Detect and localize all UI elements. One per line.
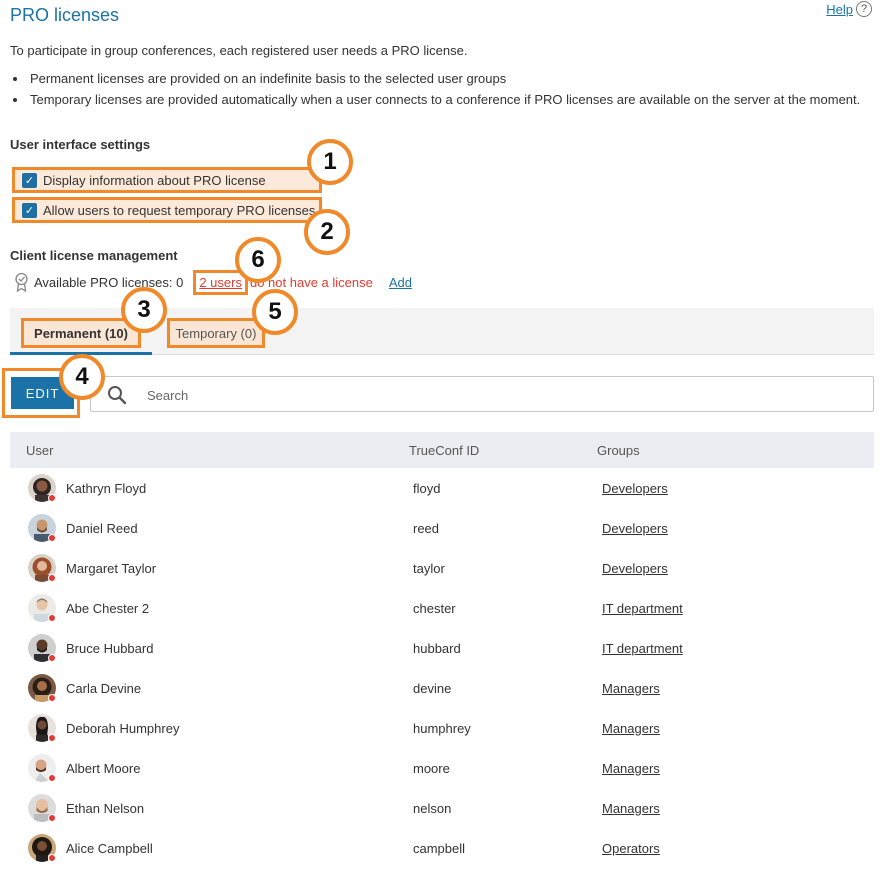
- status-dot: [48, 734, 56, 742]
- client-license-title: Client license management: [10, 248, 178, 263]
- display-license-info-option[interactable]: ✓ Display information about PRO license: [12, 167, 322, 193]
- display-license-info-label: Display information about PRO license: [43, 172, 266, 188]
- callout-4: 4: [59, 354, 105, 400]
- user-name: Abe Chester 2: [66, 601, 150, 616]
- callout-2: 2: [304, 209, 350, 255]
- column-header-trueconf-id[interactable]: TrueConf ID: [409, 443, 479, 458]
- column-header-groups[interactable]: Groups: [597, 443, 640, 458]
- user-name: Margaret Taylor: [66, 561, 157, 576]
- help-icon[interactable]: ?: [856, 1, 872, 17]
- status-dot: [48, 814, 56, 822]
- status-dot: [48, 534, 56, 542]
- group-link[interactable]: Developers: [602, 561, 668, 576]
- table-row[interactable]: Albert Moore moore Managers: [10, 748, 874, 788]
- allow-temp-license-option[interactable]: ✓ Allow users to request temporary PRO l…: [12, 197, 322, 223]
- group-link[interactable]: IT department: [602, 601, 683, 616]
- trueconf-id: campbell: [413, 841, 466, 856]
- status-dot: [48, 494, 56, 502]
- group-link[interactable]: Developers: [602, 481, 668, 496]
- page-title: PRO licenses: [10, 5, 120, 25]
- group-link[interactable]: Developers: [602, 521, 668, 536]
- callout-3: 3: [121, 287, 167, 333]
- trueconf-id: taylor: [413, 561, 445, 576]
- user-name: Bruce Hubbard: [66, 641, 154, 656]
- callout-5: 5: [252, 289, 298, 335]
- trueconf-id: chester: [413, 601, 456, 616]
- status-dot: [48, 654, 56, 662]
- column-header-user[interactable]: User: [26, 443, 53, 458]
- trueconf-id: moore: [413, 761, 450, 776]
- table-header: User TrueConf ID Groups: [10, 432, 874, 468]
- group-link[interactable]: Managers: [602, 681, 660, 696]
- group-link[interactable]: Managers: [602, 801, 660, 816]
- status-dot: [48, 574, 56, 582]
- info-list-item: Permanent licenses are provided on an in…: [12, 72, 860, 85]
- help-link[interactable]: Help: [826, 2, 853, 17]
- search-field[interactable]: [90, 376, 874, 412]
- search-icon: [108, 386, 127, 405]
- group-link[interactable]: Managers: [602, 761, 660, 776]
- callout-6: 6: [235, 237, 281, 283]
- user-name: Deborah Humphrey: [66, 721, 180, 736]
- checkbox-checked-icon[interactable]: ✓: [22, 202, 37, 218]
- callout-1: 1: [307, 139, 353, 185]
- add-license-link[interactable]: Add: [389, 275, 412, 290]
- allow-temp-license-label: Allow users to request temporary PRO lic…: [43, 202, 316, 218]
- group-link[interactable]: IT department: [602, 641, 683, 656]
- license-status-row: Available PRO licenses: 0 2 users do not…: [14, 269, 412, 295]
- help-link-wrap[interactable]: Help ?: [826, 1, 872, 17]
- ui-settings-title: User interface settings: [10, 137, 151, 152]
- table-row[interactable]: Kathryn Floyd floyd Developers: [10, 468, 874, 508]
- table-row[interactable]: Carla Devine devine Managers: [10, 668, 874, 708]
- table-row[interactable]: Abe Chester 2 chester IT department: [10, 588, 874, 628]
- user-name: Daniel Reed: [66, 521, 138, 536]
- tab-temporary[interactable]: Temporary (0): [167, 318, 265, 348]
- trueconf-id: humphrey: [413, 721, 471, 736]
- available-licenses-text: Available PRO licenses: 0: [34, 274, 184, 290]
- status-dot: [48, 694, 56, 702]
- user-name: Albert Moore: [66, 761, 141, 776]
- status-dot: [48, 614, 56, 622]
- trueconf-id: devine: [413, 681, 452, 696]
- status-dot: [48, 854, 56, 862]
- trueconf-id: floyd: [413, 481, 441, 496]
- checkbox-checked-icon[interactable]: ✓: [22, 172, 37, 188]
- trueconf-id: reed: [413, 521, 440, 536]
- table-row[interactable]: Bruce Hubbard hubbard IT department: [10, 628, 874, 668]
- tab-permanent[interactable]: Permanent (10): [21, 318, 141, 348]
- status-dot: [48, 774, 56, 782]
- info-list: Permanent licenses are provided on an in…: [12, 72, 861, 114]
- trueconf-id: hubbard: [413, 641, 461, 656]
- user-name: Kathryn Floyd: [66, 481, 147, 496]
- user-name: Ethan Nelson: [66, 801, 145, 816]
- table-row[interactable]: Ethan Nelson nelson Managers: [10, 788, 874, 828]
- trueconf-id: nelson: [413, 801, 452, 816]
- user-name: Carla Devine: [66, 681, 142, 696]
- table-row[interactable]: Deborah Humphrey humphrey Managers: [10, 708, 874, 748]
- table-row[interactable]: Margaret Taylor taylor Developers: [10, 548, 874, 588]
- license-badge-icon: [15, 272, 28, 292]
- table-row[interactable]: Alice Campbell campbell Operators: [10, 828, 874, 868]
- search-input[interactable]: [147, 385, 847, 405]
- group-link[interactable]: Managers: [602, 721, 660, 736]
- info-list-item: Temporary licenses are provided automati…: [12, 92, 861, 107]
- intro-text: To participate in group conferences, eac…: [10, 43, 468, 58]
- table-row[interactable]: Daniel Reed reed Developers: [10, 508, 874, 548]
- group-link[interactable]: Operators: [602, 841, 660, 856]
- user-name: Alice Campbell: [66, 841, 153, 856]
